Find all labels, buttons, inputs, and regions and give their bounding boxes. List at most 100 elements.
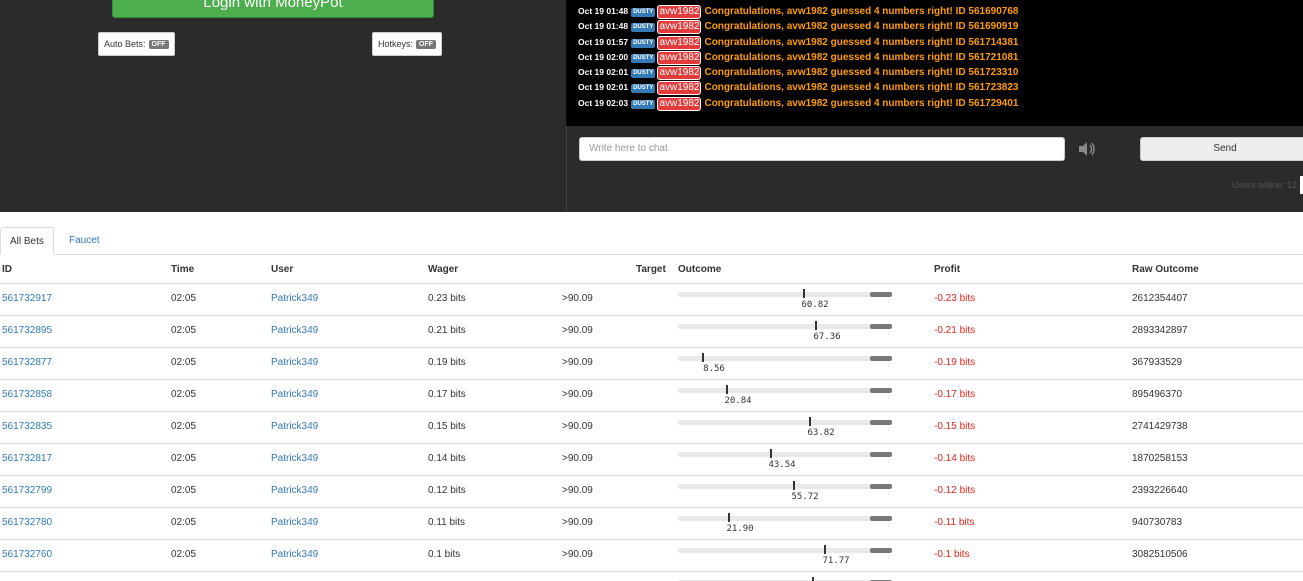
chat-timestamp: Oct 19 02:01 xyxy=(578,82,629,93)
bet-raw-outcome: 940730783 xyxy=(1132,517,1183,528)
bet-user-link[interactable]: Patrick349 xyxy=(271,444,318,474)
outcome-target-zone xyxy=(870,356,892,361)
chat-timestamp: Oct 19 01:57 xyxy=(578,36,629,47)
bet-profit: -0.1 bits xyxy=(934,549,970,560)
outcome-bar: 21.90 xyxy=(678,508,892,540)
auto-bets-toggle[interactable]: Auto Bets: OFF xyxy=(98,32,175,56)
chat-message-text: Congratulations, avw1982 guessed 4 numbe… xyxy=(704,6,1019,17)
chat-username[interactable]: avw1982 xyxy=(657,35,702,50)
bet-id-link[interactable]: 561732760 xyxy=(2,540,52,570)
bet-id-link[interactable]: 561732917 xyxy=(2,284,52,314)
outcome-bar: 55.72 xyxy=(678,476,892,508)
bet-target: >90.09 xyxy=(562,357,593,368)
outcome-target-zone xyxy=(870,292,892,297)
hotkeys-toggle[interactable]: Hotkeys: OFF xyxy=(372,32,443,56)
bet-user-link[interactable]: Patrick349 xyxy=(271,508,318,538)
table-row: 561732817 02:05 Patrick349 0.14 bits >90.09 4… xyxy=(0,443,1303,475)
table-row: 561732760 02:05 Patrick349 0.1 bits >90.09 71… xyxy=(0,539,1303,571)
outcome-value: 21.90 xyxy=(726,524,754,534)
outcome-bar: 43.54 xyxy=(678,444,892,476)
bet-profit: -0.12 bits xyxy=(934,485,976,496)
chat-timestamp: Oct 19 02:00 xyxy=(578,51,629,62)
outcome-target-zone xyxy=(870,548,892,553)
tab-all-bets[interactable]: All Bets xyxy=(0,227,54,255)
outcome-marker xyxy=(793,481,795,490)
bet-user-link[interactable]: Patrick349 xyxy=(271,412,318,442)
header-raw-outcome[interactable]: Raw Outcome xyxy=(1132,256,1199,283)
bet-id-link[interactable]: 561732780 xyxy=(2,508,52,538)
bet-wager: 0.1 bits xyxy=(428,549,461,560)
table-row: 561732877 02:05 Patrick349 0.19 bits >90.09 8… xyxy=(0,347,1303,379)
outcome-value: 60.82 xyxy=(801,300,829,310)
bet-id-link[interactable]: 561732858 xyxy=(2,380,52,410)
chat-username[interactable]: avw1982 xyxy=(657,81,702,96)
users-online-count: Users online: 12 xyxy=(1231,180,1297,190)
bet-user-link[interactable]: Patrick349 xyxy=(271,476,318,506)
chat-username[interactable]: avw1982 xyxy=(657,50,702,65)
outcome-value: 55.72 xyxy=(791,492,819,502)
bet-time: 02:05 xyxy=(171,421,197,432)
bet-id-link[interactable]: 561732799 xyxy=(2,476,52,506)
table-header-row: ID Time User Wager Target Outcome Profit… xyxy=(0,256,1303,283)
outcome-track xyxy=(678,484,892,489)
bet-wager: 0.14 bits xyxy=(428,453,466,464)
bet-raw-outcome: 895496370 xyxy=(1132,389,1183,400)
outcome-track xyxy=(678,420,892,425)
outcome-marker xyxy=(726,385,728,394)
outcome-bar: 71.77 xyxy=(678,540,892,572)
bet-wager: 0.15 bits xyxy=(428,421,466,432)
bet-user-link[interactable]: Patrick349 xyxy=(271,380,318,410)
bet-time: 02:05 xyxy=(171,453,197,464)
bet-user-link[interactable]: Patrick349 xyxy=(271,348,318,378)
table-row: 561732780 02:05 Patrick349 0.11 bits >90.09 2… xyxy=(0,507,1303,539)
bet-time: 02:05 xyxy=(171,485,197,496)
header-time[interactable]: Time xyxy=(171,256,194,283)
header-profit[interactable]: Profit xyxy=(934,256,960,283)
bet-raw-outcome: 3082510506 xyxy=(1132,549,1188,560)
chat-message: Oct 19 01:48 DUSTY avw1982 Congratulations,… xyxy=(578,4,1303,19)
bet-target: >90.09 xyxy=(562,485,593,496)
header-wager[interactable]: Wager xyxy=(428,256,458,283)
chat-log[interactable]: Oct 19 01:48 DUSTY avw1982 Congratulations,… xyxy=(566,0,1303,126)
outcome-marker xyxy=(803,289,805,298)
chat-input[interactable]: Write here to chat xyxy=(579,137,1065,161)
bets-tabs: All Bets Faucet xyxy=(0,227,1303,255)
chat-message-text: Congratulations, avw1982 guessed 4 numbe… xyxy=(704,36,1019,48)
betting-panel: Login with MoneyPot Auto Bets: OFF Hotke… xyxy=(0,0,555,212)
header-user[interactable]: User xyxy=(271,256,293,283)
bet-target: >90.09 xyxy=(562,293,593,304)
outcome-marker xyxy=(815,321,817,330)
bet-profit: -0.21 bits xyxy=(934,325,976,336)
header-target[interactable]: Target xyxy=(636,256,666,283)
hotkeys-label: Hotkeys: xyxy=(378,39,414,49)
send-button[interactable]: Send xyxy=(1140,137,1303,161)
bet-user-link[interactable]: Patrick349 xyxy=(271,284,318,314)
tab-faucet[interactable]: Faucet xyxy=(60,227,109,255)
outcome-marker xyxy=(809,417,811,426)
chat-username[interactable]: avw1982 xyxy=(657,96,702,111)
bet-id-link[interactable]: 561732877 xyxy=(2,348,52,378)
chat-timestamp: Oct 19 01:48 xyxy=(578,21,629,32)
outcome-track xyxy=(678,292,892,297)
bet-user-link[interactable]: Patrick349 xyxy=(271,316,318,346)
bets-table: ID Time User Wager Target Outcome Profit… xyxy=(0,256,1303,581)
chat-username[interactable]: avw1982 xyxy=(657,5,702,19)
chat-username[interactable]: avw1982 xyxy=(657,66,702,81)
header-outcome[interactable]: Outcome xyxy=(678,256,721,283)
bet-time: 02:05 xyxy=(171,549,197,560)
bet-id-link[interactable]: 561732817 xyxy=(2,444,52,474)
bet-raw-outcome: 2893342897 xyxy=(1132,325,1188,336)
bet-wager: 0.12 bits xyxy=(428,485,466,496)
bet-id-link[interactable]: 561732895 xyxy=(2,316,52,346)
table-row: 561732799 02:05 Patrick349 0.12 bits >90.09 5… xyxy=(0,475,1303,507)
chat-message-text: Congratulations, avw1982 guessed 4 numbe… xyxy=(704,21,1019,33)
outcome-track xyxy=(678,548,892,553)
chat-username[interactable]: avw1982 xyxy=(657,20,702,35)
bet-user-link[interactable]: Patrick349 xyxy=(271,540,318,570)
user-rank-badge: DUSTY xyxy=(631,8,656,17)
header-id[interactable]: ID xyxy=(2,256,12,283)
bet-id-link[interactable]: 561732835 xyxy=(2,412,52,442)
speaker-icon[interactable] xyxy=(1077,141,1099,157)
login-moneypot-button[interactable]: Login with MoneyPot xyxy=(112,0,434,18)
chat-timestamp: Oct 19 02:03 xyxy=(578,97,629,108)
